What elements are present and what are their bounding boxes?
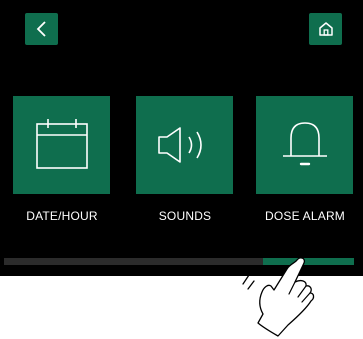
calendar-icon [35, 119, 88, 169]
date-hour-tile[interactable] [13, 96, 110, 194]
swipe-hand-icon [242, 257, 315, 337]
home-icon [318, 22, 333, 36]
back-button[interactable] [25, 13, 58, 45]
sounds-tile[interactable] [136, 96, 233, 194]
speaker-icon [157, 127, 202, 163]
bell-icon [282, 122, 327, 166]
device-screen: DATE/HOUR SOUNDS DOSE ALARM [0, 0, 363, 276]
date-hour-label: DATE/HOUR [26, 209, 98, 223]
sounds-label: SOUNDS [158, 209, 212, 223]
dose-alarm-tile[interactable] [256, 96, 353, 194]
dose-alarm-label: DOSE ALARM [264, 209, 346, 223]
chevron-left-icon [36, 21, 46, 37]
home-button[interactable] [309, 13, 342, 45]
